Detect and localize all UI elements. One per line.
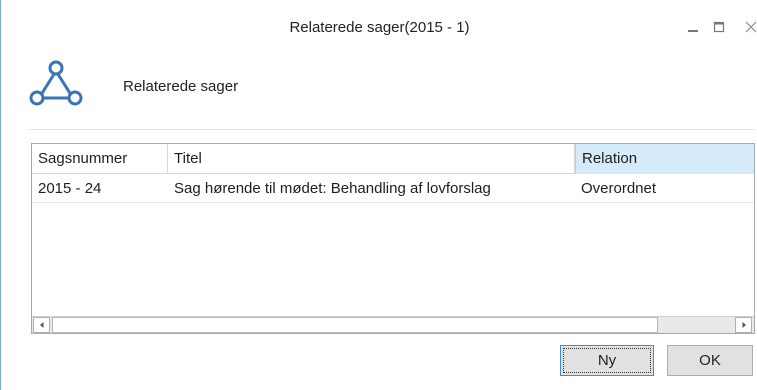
new-button[interactable]: Ny xyxy=(560,345,654,376)
column-header-relation[interactable]: Relation xyxy=(575,144,754,174)
grid-header: Sagsnummer Titel Relation xyxy=(32,144,754,174)
related-cases-grid: Sagsnummer Titel Relation 2015 - 24 Sag … xyxy=(31,143,755,334)
relation-graph-icon xyxy=(29,60,83,106)
dialog-window: Relaterede sager(2015 - 1) Relaterede sa… xyxy=(0,0,757,390)
scrollbar-thumb[interactable] xyxy=(52,317,658,333)
close-button[interactable] xyxy=(738,14,757,40)
close-icon xyxy=(745,21,757,33)
column-header-sagsnummer[interactable]: Sagsnummer xyxy=(32,144,168,174)
scroll-left-button[interactable] xyxy=(33,317,50,333)
title-bar[interactable]: Relaterede sager(2015 - 1) xyxy=(1,0,757,46)
maximize-icon xyxy=(713,21,725,33)
maximize-button[interactable] xyxy=(706,14,732,40)
window-title: Relaterede sager(2015 - 1) xyxy=(289,19,470,36)
scroll-right-button[interactable] xyxy=(735,317,752,333)
cell-titel: Sag hørende til mødet: Behandling af lov… xyxy=(174,180,491,197)
column-header-titel[interactable]: Titel xyxy=(168,144,575,174)
horizontal-scrollbar[interactable] xyxy=(32,316,754,333)
scroll-left-icon xyxy=(39,322,43,328)
table-row[interactable]: 2015 - 24 Sag hørende til mødet: Behandl… xyxy=(32,175,754,203)
cell-sagsnummer: 2015 - 24 xyxy=(38,180,102,197)
header-separator xyxy=(29,129,755,130)
header-label: Relaterede sager xyxy=(123,78,239,95)
cell-relation: Overordnet xyxy=(581,180,657,197)
ok-button[interactable]: OK xyxy=(667,345,753,376)
minimize-icon xyxy=(688,30,698,32)
minimize-button[interactable] xyxy=(680,14,706,40)
scroll-right-icon xyxy=(742,322,746,328)
